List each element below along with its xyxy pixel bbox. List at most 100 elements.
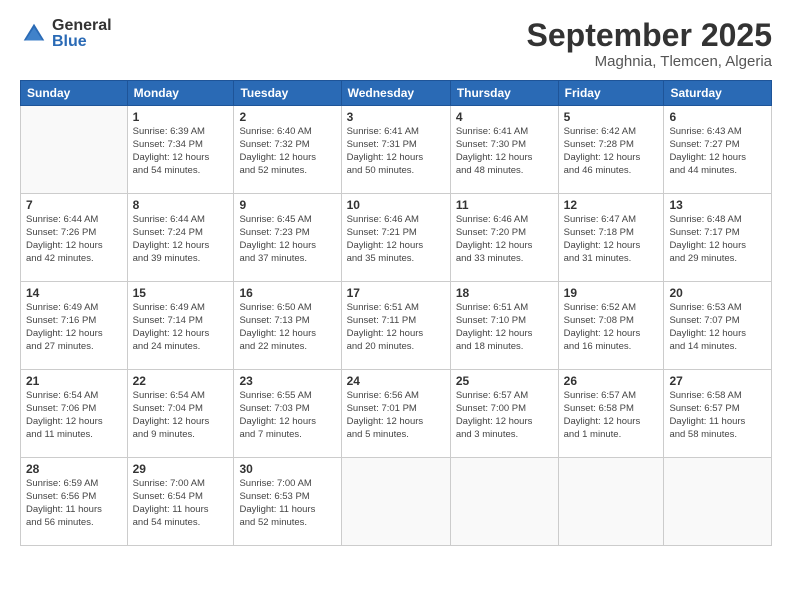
day-number: 24 [347, 374, 445, 388]
day-info: Sunrise: 6:42 AM Sunset: 7:28 PM Dayligh… [564, 126, 659, 177]
day-info: Sunrise: 6:43 AM Sunset: 7:27 PM Dayligh… [669, 126, 766, 177]
logo-icon [20, 20, 48, 48]
table-row: 26Sunrise: 6:57 AM Sunset: 6:58 PM Dayli… [558, 370, 664, 458]
col-monday: Monday [127, 81, 234, 106]
logo-text: General Blue [52, 18, 112, 50]
day-info: Sunrise: 6:39 AM Sunset: 7:34 PM Dayligh… [133, 126, 229, 177]
day-info: Sunrise: 6:59 AM Sunset: 6:56 PM Dayligh… [26, 478, 122, 529]
table-row: 17 Sunrise: 6:51 AM Sunset: 7:11 PM Dayli… [341, 282, 450, 370]
table-row: 29 Sunrise: 7:00 AM Sunset: 6:54 PM Dayli… [127, 458, 234, 546]
table-row [558, 458, 664, 546]
table-row: 7Sunrise: 6:44 AM Sunset: 7:26 PM Daylig… [21, 194, 128, 282]
day-info: Sunrise: 6:54 AM Sunset: 7:06 PM Dayligh… [26, 390, 122, 441]
day-number: 29 [133, 462, 229, 476]
day-info: Sunrise: 6:50 AM Sunset: 7:13 PM Dayligh… [239, 302, 335, 353]
table-row: 3Sunrise: 6:41 AM Sunset: 7:31 PM Daylig… [341, 106, 450, 194]
day-info: Sunrise: 6:49 AM Sunset: 7:16 PM Dayligh… [26, 302, 122, 353]
day-number: 20 [669, 286, 766, 300]
table-row: 21 Sunrise: 6:54 AM Sunset: 7:06 PM Dayli… [21, 370, 128, 458]
day-number: 14 [26, 286, 122, 300]
day-number: 5 [564, 110, 659, 124]
table-row: 13Sunrise: 6:48 AM Sunset: 7:17 PM Dayli… [664, 194, 772, 282]
table-row: 15 Sunrise: 6:49 AM Sunset: 7:14 PM Dayli… [127, 282, 234, 370]
day-number: 25 [456, 374, 553, 388]
day-info: Sunrise: 6:56 AM Sunset: 7:01 PM Dayligh… [347, 390, 445, 441]
day-number: 11 [456, 198, 553, 212]
day-number: 22 [133, 374, 229, 388]
table-row: 20 Sunrise: 6:53 AM Sunset: 7:07 PM Dayli… [664, 282, 772, 370]
table-row: 5 Sunrise: 6:42 AM Sunset: 7:28 PM Daylig… [558, 106, 664, 194]
table-row: 4Sunrise: 6:41 AM Sunset: 7:30 PM Daylig… [450, 106, 558, 194]
table-row: 27 Sunrise: 6:58 AM Sunset: 6:57 PM Dayli… [664, 370, 772, 458]
day-number: 6 [669, 110, 766, 124]
table-row: 30Sunrise: 7:00 AM Sunset: 6:53 PM Dayli… [234, 458, 341, 546]
logo-general-text: General [52, 18, 112, 34]
table-row: 12 Sunrise: 6:47 AM Sunset: 7:18 PM Dayli… [558, 194, 664, 282]
day-number: 23 [239, 374, 335, 388]
day-info: Sunrise: 6:44 AM Sunset: 7:24 PM Dayligh… [133, 214, 229, 265]
day-info: Sunrise: 6:41 AM Sunset: 7:31 PM Dayligh… [347, 126, 445, 177]
day-info: Sunrise: 6:45 AM Sunset: 7:23 PM Dayligh… [239, 214, 335, 265]
day-info: Sunrise: 6:49 AM Sunset: 7:14 PM Dayligh… [133, 302, 229, 353]
table-row [21, 106, 128, 194]
day-info: Sunrise: 7:00 AM Sunset: 6:54 PM Dayligh… [133, 478, 229, 529]
day-number: 2 [239, 110, 335, 124]
col-wednesday: Wednesday [341, 81, 450, 106]
day-number: 15 [133, 286, 229, 300]
table-row: 11 Sunrise: 6:46 AM Sunset: 7:20 PM Dayli… [450, 194, 558, 282]
day-number: 18 [456, 286, 553, 300]
table-row: 14 Sunrise: 6:49 AM Sunset: 7:16 PM Dayli… [21, 282, 128, 370]
table-row: 19 Sunrise: 6:52 AM Sunset: 7:08 PM Dayli… [558, 282, 664, 370]
day-info: Sunrise: 6:58 AM Sunset: 6:57 PM Dayligh… [669, 390, 766, 441]
calendar-week-row: 7Sunrise: 6:44 AM Sunset: 7:26 PM Daylig… [21, 194, 772, 282]
table-row: 28 Sunrise: 6:59 AM Sunset: 6:56 PM Dayli… [21, 458, 128, 546]
calendar-header-row: Sunday Monday Tuesday Wednesday Thursday… [21, 81, 772, 106]
table-row: 22 Sunrise: 6:54 AM Sunset: 7:04 PM Dayli… [127, 370, 234, 458]
calendar-location: Maghnia, Tlemcen, Algeria [527, 53, 772, 70]
day-info: Sunrise: 6:44 AM Sunset: 7:26 PM Dayligh… [26, 214, 122, 265]
day-info: Sunrise: 6:53 AM Sunset: 7:07 PM Dayligh… [669, 302, 766, 353]
day-number: 28 [26, 462, 122, 476]
table-row: 23 Sunrise: 6:55 AM Sunset: 7:03 PM Dayli… [234, 370, 341, 458]
table-row: 18 Sunrise: 6:51 AM Sunset: 7:10 PM Dayli… [450, 282, 558, 370]
day-number: 26 [564, 374, 659, 388]
table-row [450, 458, 558, 546]
col-tuesday: Tuesday [234, 81, 341, 106]
calendar-week-row: 28 Sunrise: 6:59 AM Sunset: 6:56 PM Dayli… [21, 458, 772, 546]
day-number: 27 [669, 374, 766, 388]
calendar-title: September 2025 [527, 18, 772, 53]
table-row [341, 458, 450, 546]
day-info: Sunrise: 6:52 AM Sunset: 7:08 PM Dayligh… [564, 302, 659, 353]
calendar-table: Sunday Monday Tuesday Wednesday Thursday… [20, 80, 772, 546]
table-row: 24 Sunrise: 6:56 AM Sunset: 7:01 PM Dayli… [341, 370, 450, 458]
day-info: Sunrise: 6:57 AM Sunset: 7:00 PM Dayligh… [456, 390, 553, 441]
day-number: 30 [239, 462, 335, 476]
day-info: Sunrise: 6:54 AM Sunset: 7:04 PM Dayligh… [133, 390, 229, 441]
title-block: September 2025 Maghnia, Tlemcen, Algeria [527, 18, 772, 70]
day-info: Sunrise: 6:48 AM Sunset: 7:17 PM Dayligh… [669, 214, 766, 265]
day-info: Sunrise: 6:46 AM Sunset: 7:20 PM Dayligh… [456, 214, 553, 265]
table-row: 8 Sunrise: 6:44 AM Sunset: 7:24 PM Daylig… [127, 194, 234, 282]
table-row: 6 Sunrise: 6:43 AM Sunset: 7:27 PM Daylig… [664, 106, 772, 194]
day-number: 16 [239, 286, 335, 300]
col-friday: Friday [558, 81, 664, 106]
day-number: 17 [347, 286, 445, 300]
calendar-week-row: 14 Sunrise: 6:49 AM Sunset: 7:16 PM Dayli… [21, 282, 772, 370]
day-number: 8 [133, 198, 229, 212]
logo-blue-text: Blue [52, 34, 112, 50]
day-info: Sunrise: 6:55 AM Sunset: 7:03 PM Dayligh… [239, 390, 335, 441]
day-info: Sunrise: 6:46 AM Sunset: 7:21 PM Dayligh… [347, 214, 445, 265]
table-row: 1Sunrise: 6:39 AM Sunset: 7:34 PM Daylig… [127, 106, 234, 194]
table-row [664, 458, 772, 546]
logo: General Blue [20, 18, 112, 50]
day-number: 12 [564, 198, 659, 212]
table-row: 2Sunrise: 6:40 AM Sunset: 7:32 PM Daylig… [234, 106, 341, 194]
day-info: Sunrise: 6:51 AM Sunset: 7:11 PM Dayligh… [347, 302, 445, 353]
day-number: 9 [239, 198, 335, 212]
day-number: 19 [564, 286, 659, 300]
day-info: Sunrise: 6:47 AM Sunset: 7:18 PM Dayligh… [564, 214, 659, 265]
day-info: Sunrise: 6:51 AM Sunset: 7:10 PM Dayligh… [456, 302, 553, 353]
day-number: 21 [26, 374, 122, 388]
calendar-week-row: 21 Sunrise: 6:54 AM Sunset: 7:06 PM Dayli… [21, 370, 772, 458]
day-number: 10 [347, 198, 445, 212]
